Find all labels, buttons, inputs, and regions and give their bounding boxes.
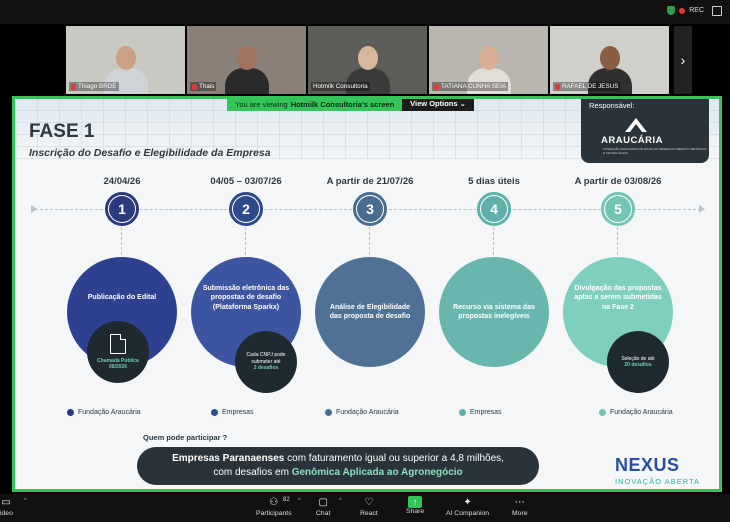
share-screen-icon: ↑ — [408, 496, 423, 508]
responsavel-name: ARAUCÁRIA — [601, 135, 664, 146]
step-legend: Fundação Araucária — [325, 409, 399, 416]
shield-icon — [667, 6, 676, 15]
chevron-right-icon[interactable]: › — [674, 26, 692, 94]
video-button[interactable]: ▭ ideo — [0, 496, 13, 518]
chat-icon: ▢ — [318, 496, 328, 508]
nexus-subtitle: INOVAÇÃO ABERTA — [615, 477, 701, 486]
participant-tile[interactable]: Thiago BRDE — [66, 26, 185, 94]
shared-screen: FASE 1 Inscrição do Desafio e Elegibilid… — [12, 96, 722, 492]
step-detail-bubble: Chamada Pública 08/2026 — [87, 321, 149, 383]
top-bar: REC — [0, 0, 730, 24]
chevron-up-icon[interactable]: ^ — [339, 498, 342, 504]
step-legend: Empresas — [211, 409, 254, 416]
chat-button[interactable]: ▢ Chat — [316, 496, 330, 518]
step-date: A partir de 03/08/26 — [574, 176, 662, 187]
step-number-badge: 1 — [105, 192, 139, 226]
mic-muted-icon — [192, 83, 197, 90]
eligibility-line-2: com desafios em Genômica Aplicada ao Agr… — [213, 466, 463, 478]
participant-name: Thais — [190, 82, 217, 91]
responsavel-box: Responsável: ARAUCÁRIA FUNDAÇÃO ARAUCÁRI… — [581, 99, 709, 163]
participant-tile[interactable]: Hotmilk Consultoria — [308, 26, 427, 94]
slide-subtitle: Inscrição do Desafio e Elegibilidade da … — [29, 147, 271, 159]
more-button[interactable]: ⋯ More — [512, 496, 528, 518]
legend-dot-icon — [67, 409, 74, 416]
participant-name: TATIANA CUNHA SEIA — [432, 82, 509, 91]
nexus-logo: NEXUS — [615, 455, 680, 475]
participant-strip: Thiago BRDE Thais Hotmilk Consultoria TA… — [66, 26, 669, 94]
participant-tile[interactable]: RAFAEL DE JESUS — [550, 26, 669, 94]
step-legend: Fundação Araucária — [599, 409, 673, 416]
react-button[interactable]: ♡ React — [360, 496, 378, 518]
participants-count: 82 — [283, 497, 290, 503]
eligibility-line-1: Empresas Paranaenses com faturamento igu… — [172, 453, 504, 464]
participant-name: Thiago BRDE — [69, 82, 119, 91]
legend-dot-icon — [211, 409, 218, 416]
participant-tile[interactable]: TATIANA CUNHA SEIA — [429, 26, 548, 94]
step-detail-bubble: Seleção de até 20 desafios — [607, 331, 669, 393]
step-connector — [617, 227, 618, 255]
viewing-label: You are viewing Hotmilk Consultoria's sc… — [227, 99, 403, 111]
sparkle-icon: ✦ — [463, 496, 472, 508]
recording-indicator: REC — [667, 6, 704, 15]
meeting-toolbar: ▭ ideo ^ ⚇ Participants 82 ^ ▢ Chat ^ ♡ … — [0, 494, 730, 522]
mic-muted-icon — [555, 83, 560, 90]
fullscreen-icon[interactable] — [712, 6, 722, 16]
step-number-badge: 4 — [477, 192, 511, 226]
document-icon — [110, 333, 126, 354]
legend-dot-icon — [599, 409, 606, 416]
step-circle: Análise de Elegibilidade das proposta de… — [315, 257, 425, 367]
participant-name: Hotmilk Consultoria — [311, 82, 370, 91]
chevron-up-icon[interactable]: ^ — [298, 498, 301, 504]
step-date: 04/05 – 03/07/26 — [210, 176, 282, 187]
step-connector — [493, 227, 494, 255]
step-legend: Empresas — [459, 409, 502, 416]
step-number-badge: 3 — [353, 192, 387, 226]
timeline-arrow-right — [699, 205, 705, 213]
responsavel-label: Responsável: — [589, 101, 635, 110]
step-connector — [369, 227, 370, 255]
responsavel-tagline: FUNDAÇÃO ARAUCÁRIA DE APOIO AO DESENVOLV… — [603, 147, 707, 155]
eligibility-box: Empresas Paranaenses com faturamento igu… — [137, 447, 539, 485]
chevron-up-icon[interactable]: ^ — [24, 498, 27, 504]
step-legend: Fundação Araucária — [67, 409, 141, 416]
araucaria-logo-icon — [625, 118, 647, 132]
who-can-participate-label: Quem pode participar ? — [143, 433, 228, 442]
rec-label: REC — [689, 7, 704, 14]
mic-muted-icon — [71, 83, 76, 90]
slide-title: FASE 1 — [29, 121, 95, 142]
participants-icon: ⚇ — [269, 496, 279, 508]
participant-tile[interactable]: Thais — [187, 26, 306, 94]
ai-companion-button[interactable]: ✦ AI Companion — [446, 496, 489, 518]
legend-dot-icon — [459, 409, 466, 416]
step-connector — [245, 227, 246, 255]
step-connector — [121, 227, 122, 255]
record-dot-icon — [679, 7, 686, 14]
zoom-window: REC Thiago BRDE Thais Hotmilk Consultori… — [0, 0, 730, 522]
more-dots-icon: ⋯ — [514, 496, 525, 508]
step-date: 5 dias úteis — [468, 176, 520, 187]
heart-icon: ♡ — [364, 496, 374, 508]
participant-video — [224, 42, 269, 94]
step-date: 24/04/26 — [103, 176, 141, 187]
step-detail-bubble: Cada CNPJ pode submeter até 2 desafios — [235, 331, 297, 393]
video-camera-icon: ▭ — [1, 496, 11, 508]
share-button[interactable]: ↑ Share — [406, 496, 424, 515]
timeline-arrow-left — [31, 205, 37, 213]
participant-name: RAFAEL DE JESUS — [553, 82, 621, 91]
step-number-badge: 2 — [229, 192, 263, 226]
step-number-badge: 5 — [601, 192, 635, 226]
screen-share-banner: You are viewing Hotmilk Consultoria's sc… — [227, 99, 474, 111]
legend-dot-icon — [325, 409, 332, 416]
view-options-button[interactable]: View Options ⌄ — [402, 99, 474, 111]
step-circle: Recurso via sistema das propostas ineleg… — [439, 257, 549, 367]
step-date: A partir de 21/07/26 — [326, 176, 414, 187]
mic-muted-icon — [434, 83, 439, 90]
